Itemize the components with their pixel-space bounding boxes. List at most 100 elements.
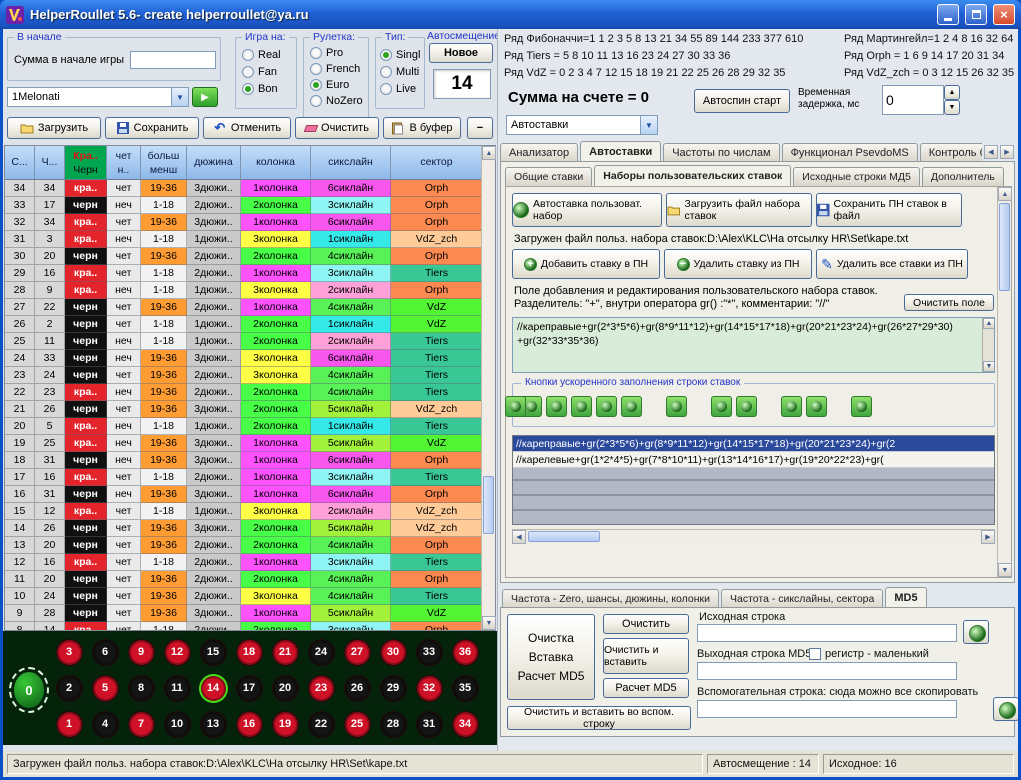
md5-master-button[interactable]: Очистка Вставка Расчет MD5 (507, 614, 595, 700)
subpage-scrollbar-thumb[interactable] (999, 203, 1010, 291)
radio-real[interactable]: Real (242, 48, 296, 61)
table-row[interactable]: 205кра..неч1-181дюжи..2колонка1сиклайнTi… (5, 418, 483, 435)
autostakes-combo[interactable]: Автоставки ▼ (506, 115, 658, 135)
board-number-21[interactable]: 21 (273, 640, 298, 665)
table-row[interactable]: 3020чернчет19-362дюжи..2колонка4сиклайнO… (5, 248, 483, 265)
table-row[interactable]: 1120чернчет19-362дюжи..2колонка4сиклайнO… (5, 571, 483, 588)
close-button[interactable]: × (993, 4, 1015, 25)
table-row[interactable]: 2916кра..чет1-182дюжи..1колонка3сиклайнT… (5, 265, 483, 282)
load-stake-file-button[interactable]: Загрузить файл набора ставок (666, 193, 812, 227)
table-header-cell[interactable]: сикслайн (311, 146, 391, 179)
quick-fill-chip-button[interactable] (546, 396, 567, 417)
table-row[interactable]: 1716кра..чет1-182дюжи..1колонка3сиклайнT… (5, 469, 483, 486)
table-header-cell[interactable]: С... (5, 146, 35, 179)
table-row[interactable]: 2722чернчет19-362дюжи..1колонка4сиклайнV… (5, 299, 483, 316)
scroll-down-icon[interactable]: ▼ (998, 563, 1012, 577)
tab-autostakes[interactable]: Автоставки (580, 141, 661, 162)
board-number-12[interactable]: 12 (165, 640, 190, 665)
quick-fill-chip-button[interactable] (736, 396, 757, 417)
quick-fill-chip-button[interactable] (711, 396, 732, 417)
board-number-9[interactable]: 9 (129, 640, 154, 665)
minus-button[interactable]: − (467, 117, 493, 139)
board-number-8[interactable]: 8 (129, 676, 154, 701)
md5-clear-button[interactable]: Очистить (603, 614, 689, 634)
table-row[interactable]: 2126чернчет19-363дюжи..2колонка5сиклайнV… (5, 401, 483, 418)
table-row[interactable]: 1320чернчет19-362дюжи..2колонка4сиклайнO… (5, 537, 483, 554)
autospin-start-button[interactable]: Автоспин старт (694, 89, 790, 113)
scroll-up-icon[interactable]: ▲ (998, 187, 1012, 201)
md5-output-input[interactable] (697, 662, 957, 680)
table-row[interactable]: 289кра..неч1-181дюжи..3колонка2сиклайнOr… (5, 282, 483, 299)
dropdown-arrow-icon[interactable]: ▼ (640, 116, 657, 134)
radio-multi[interactable]: Multi (380, 65, 424, 78)
board-number-5[interactable]: 5 (93, 676, 118, 701)
table-row[interactable]: 3317черннеч1-182дюжи..2колонка3сиклайнOr… (5, 197, 483, 214)
radio-bon[interactable]: Bon (242, 82, 296, 95)
tab-md5[interactable]: MD5 (885, 587, 926, 608)
board-number-2[interactable]: 2 (57, 676, 82, 701)
board-number-31[interactable]: 31 (417, 712, 442, 737)
subpage-scrollbar[interactable]: ▲ ▼ (997, 187, 1011, 577)
board-number-32[interactable]: 32 (417, 676, 442, 701)
tab-analyzer[interactable]: Анализатор (500, 143, 578, 162)
run-button[interactable]: ▶ (192, 87, 218, 107)
board-number-14[interactable]: 14 (201, 676, 226, 701)
table-row[interactable]: 1512кра..чет1-181дюжи..3колонка2сиклайнV… (5, 503, 483, 520)
table-row[interactable]: 1631черннеч19-363дюжи..1колонка6сиклайнO… (5, 486, 483, 503)
table-scrollbar-thumb[interactable] (483, 476, 494, 534)
board-number-3[interactable]: 3 (57, 640, 82, 665)
radio-french[interactable]: French (310, 62, 368, 75)
md5-clear-paste-button[interactable]: Очистить и вставить (603, 638, 689, 674)
table-row[interactable]: 2324чернчет19-362дюжи..3колонка4сиклайнT… (5, 367, 483, 384)
scroll-up-icon[interactable]: ▲ (983, 318, 995, 329)
tab-psevdoms[interactable]: Функционал PsevdoMS (782, 143, 918, 162)
quick-fill-chip-button[interactable] (596, 396, 617, 417)
board-number-26[interactable]: 26 (345, 676, 370, 701)
tab-bankroll-control[interactable]: Контроль банкр (920, 143, 982, 162)
board-number-23[interactable]: 23 (309, 676, 334, 701)
subtab-md5-source-strings[interactable]: Исходные строки МД5 (793, 167, 920, 186)
board-number-16[interactable]: 16 (237, 712, 262, 737)
quick-fill-chip-button[interactable] (781, 396, 802, 417)
md5-source-chip-button[interactable] (963, 620, 989, 644)
save-button[interactable]: Сохранить (105, 117, 199, 139)
clear-paste-aux-button[interactable]: Очистить и вставить во вспом. строку (507, 706, 691, 730)
table-row[interactable]: 313кра..неч1-181дюжи..3колонка1сиклайнVd… (5, 231, 483, 248)
table-header-cell[interactable]: дюжина (187, 146, 241, 179)
board-number-35[interactable]: 35 (453, 676, 478, 701)
dropdown-arrow-icon[interactable]: ▼ (171, 88, 188, 106)
autostake-user-set-button[interactable]: Автоставка пользоват. набор (512, 193, 662, 227)
board-number-29[interactable]: 29 (381, 676, 406, 701)
radio-euro[interactable]: Euro (310, 78, 368, 91)
md5-calc-button[interactable]: Расчет MD5 (603, 678, 689, 698)
table-row[interactable]: 1925кра..неч19-363дюжи..1колонка5сиклайн… (5, 435, 483, 452)
board-number-15[interactable]: 15 (201, 640, 226, 665)
spinner-up-icon[interactable]: ▲ (944, 85, 960, 100)
radio-pro[interactable]: Pro (310, 46, 368, 59)
register-checkbox[interactable] (809, 648, 821, 660)
scroll-down-icon[interactable]: ▼ (983, 361, 995, 372)
save-stake-file-button[interactable]: Сохранить ПН ставок в файл (816, 193, 962, 227)
md5-aux-chip-button[interactable] (993, 697, 1018, 721)
table-row[interactable]: 1216кра..чет1-182дюжи..1колонка3сиклайнT… (5, 554, 483, 571)
table-row[interactable]: 814кра..чет1-182дюжи..2колонка3сиклайнOr… (5, 622, 483, 630)
table-row[interactable]: 1426чернчет19-363дюжи..2колонка5сиклайнV… (5, 520, 483, 537)
preset-combo[interactable]: 1Melonati ▼ (7, 87, 189, 107)
tab-scroll-left-button[interactable]: ◀ (984, 145, 998, 159)
table-row[interactable]: 1024чернчет19-362дюжи..3колонка4сиклайнT… (5, 588, 483, 605)
board-number-19[interactable]: 19 (273, 712, 298, 737)
table-row[interactable]: 928чернчет19-363дюжи..1колонка5сиклайнVd… (5, 605, 483, 622)
tab-freq-zero-chances[interactable]: Частота - Zero, шансы, дюжины, колонки (502, 589, 719, 608)
subtab-additional[interactable]: Дополнитель (922, 167, 1004, 186)
scroll-down-icon[interactable]: ▼ (482, 616, 496, 630)
board-number-4[interactable]: 4 (93, 712, 118, 737)
subtab-user-stake-sets[interactable]: Наборы пользовательских ставок (594, 165, 791, 186)
board-number-34[interactable]: 34 (453, 712, 478, 737)
tab-freq-sixlines-sectors[interactable]: Частота - сикслайны, сектора (721, 589, 883, 608)
stake-list-item[interactable]: //кареправые+gr(2*3*5*6)+gr(8*9*11*12)+g… (513, 436, 994, 452)
quick-fill-chip-button[interactable] (571, 396, 592, 417)
stake-list-hscrollbar[interactable]: ◀ ▶ (512, 529, 995, 543)
maximize-button[interactable] (965, 4, 987, 25)
delete-all-stakes-button[interactable]: ✎ Удалить все ставки из ПН (816, 249, 968, 279)
board-number-36[interactable]: 36 (453, 640, 478, 665)
